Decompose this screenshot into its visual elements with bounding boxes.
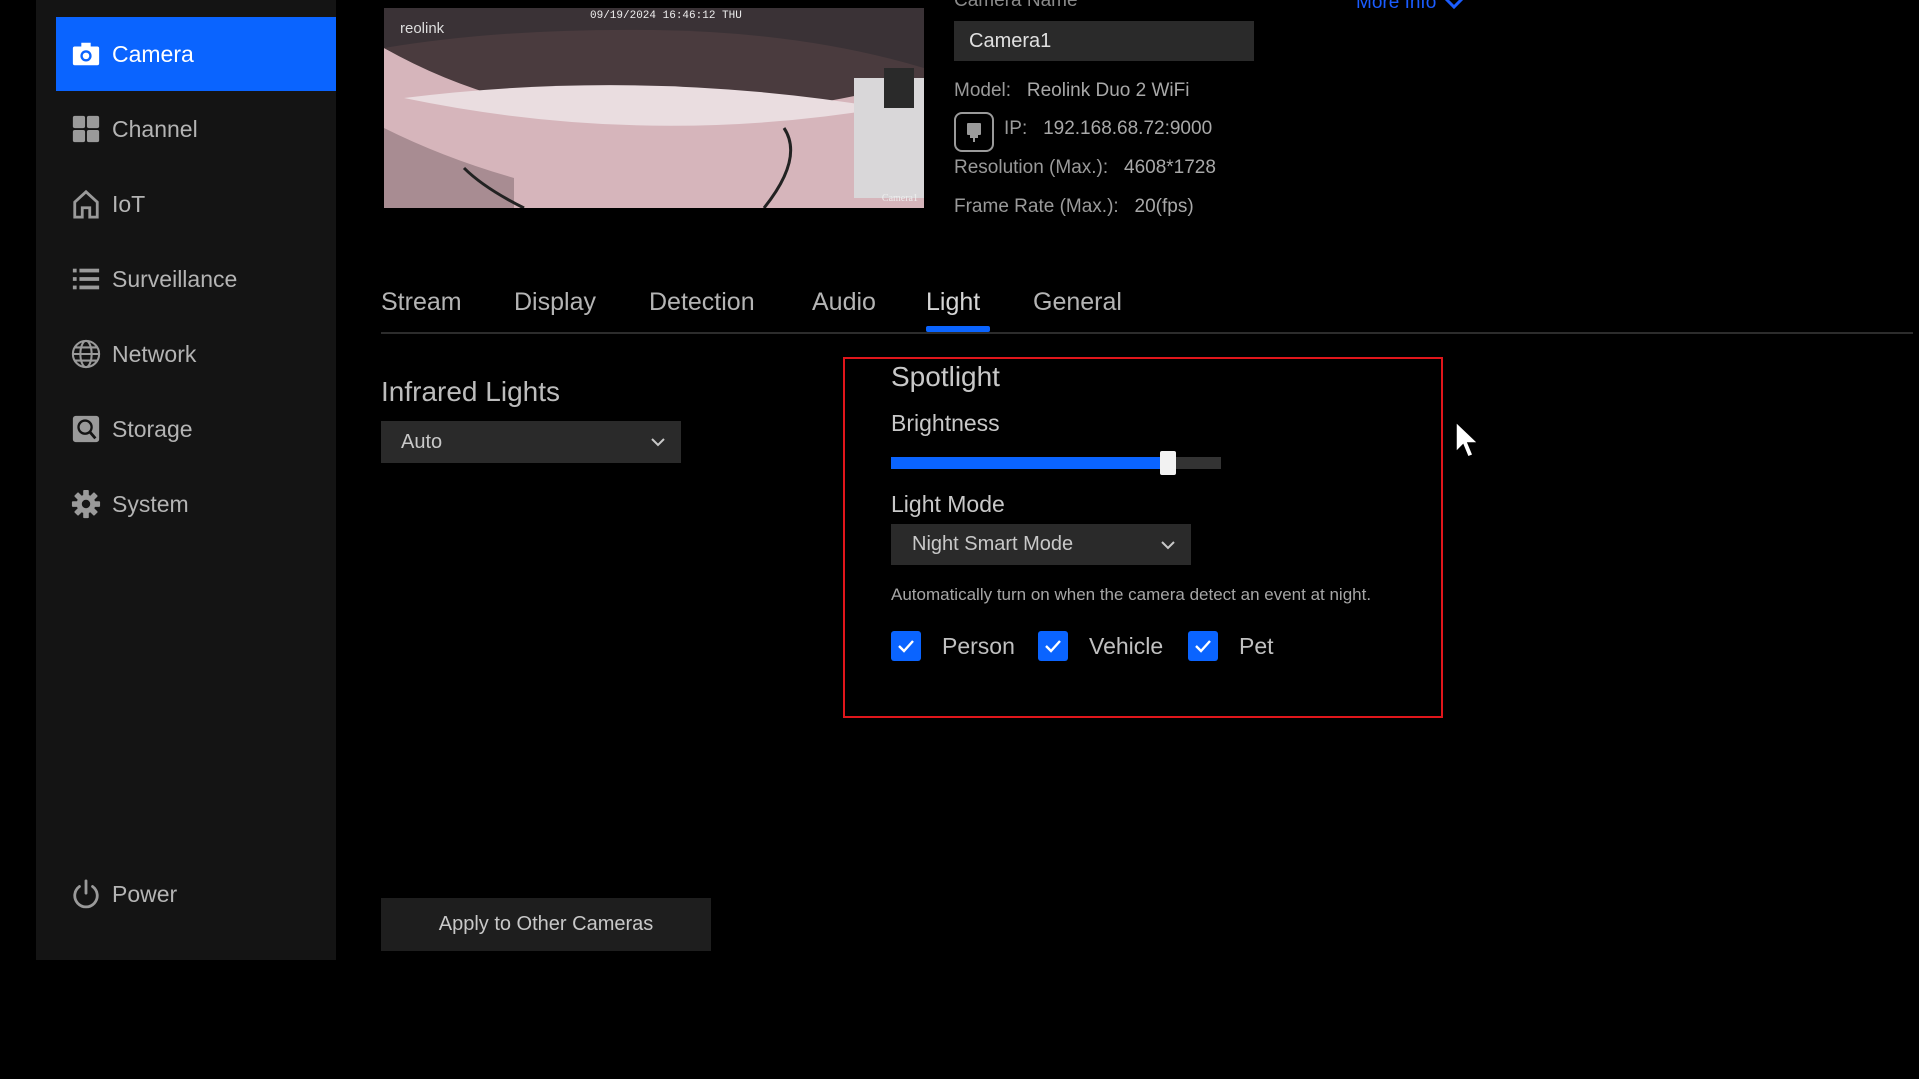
pet-label: Pet (1239, 633, 1274, 659)
light-mode-select[interactable]: Night Smart Mode (891, 524, 1191, 565)
resolution-label: Resolution (Max.): (954, 157, 1109, 178)
settings-tabs: Stream Display Detection Audio Light Gen… (381, 282, 1913, 334)
sidebar-item-surveillance[interactable]: Surveillance (56, 242, 336, 316)
list-icon (70, 263, 102, 295)
sidebar-item-iot[interactable]: IoT (56, 167, 336, 241)
power-icon (70, 878, 102, 910)
model-label: Model: (954, 80, 1012, 101)
checkmark-icon (1195, 640, 1211, 653)
chevron-down-icon (651, 438, 665, 447)
sidebar-item-label: Channel (112, 115, 198, 142)
storage-icon (70, 413, 102, 445)
resolution-value: 4608*1728 (1124, 157, 1216, 178)
chevron-down-icon (1445, 0, 1464, 10)
tab-light[interactable]: Light (926, 288, 980, 317)
sidebar-item-system[interactable]: System (56, 467, 336, 541)
infrared-lights-select[interactable]: Auto (381, 421, 681, 463)
light-mode-label: Light Mode (891, 491, 1005, 517)
network-port-icon (954, 112, 994, 152)
camera-icon (70, 38, 102, 70)
sidebar-item-label: Camera (112, 40, 194, 67)
tab-audio[interactable]: Audio (812, 288, 876, 317)
chevron-down-icon (1161, 540, 1175, 549)
checkmark-icon (898, 640, 914, 653)
sidebar-item-camera[interactable]: Camera (56, 17, 336, 91)
tab-stream[interactable]: Stream (381, 288, 462, 317)
brightness-label: Brightness (891, 410, 1000, 436)
brightness-slider-thumb[interactable] (1160, 451, 1176, 475)
infrared-lights-title: Infrared Lights (381, 376, 560, 407)
apply-to-other-cameras-button[interactable]: Apply to Other Cameras (381, 898, 711, 951)
sidebar-item-label: System (112, 490, 189, 517)
spotlight-title: Spotlight (891, 361, 1000, 392)
light-mode-description: Automatically turn on when the camera de… (891, 585, 1372, 604)
brightness-slider[interactable] (891, 451, 1221, 475)
camera-name-label: Camera Name (954, 0, 1078, 11)
sidebar-item-label: IoT (112, 190, 146, 217)
ip-label: IP: (1004, 118, 1028, 139)
vehicle-checkbox[interactable] (1038, 631, 1068, 661)
more-info-link[interactable]: More Info (1356, 0, 1464, 14)
active-tab-indicator (926, 326, 990, 332)
light-mode-value: Night Smart Mode (912, 533, 1074, 555)
gear-icon (70, 488, 102, 520)
tab-display[interactable]: Display (514, 288, 596, 317)
framerate-value: 20(fps) (1134, 196, 1194, 217)
framerate-info: Frame Rate (Max.): 20(fps) (954, 196, 1194, 218)
preview-camera-label: Camera1 (881, 193, 918, 204)
tab-general[interactable]: General (1033, 288, 1122, 317)
model-value: Reolink Duo 2 WiFi (1026, 80, 1190, 101)
sidebar: Camera Channel IoT Surveillance Network … (36, 0, 336, 960)
checkmark-icon (1045, 640, 1061, 653)
brightness-slider-fill (891, 457, 1168, 469)
preview-image (384, 8, 924, 208)
person-label: Person (942, 633, 1015, 659)
preview-timestamp: 09/19/2024 16:46:12 THU (590, 10, 742, 22)
globe-icon (70, 338, 102, 370)
grid-icon (70, 113, 102, 145)
resolution-info: Resolution (Max.): 4608*1728 (954, 157, 1216, 179)
power-label: Power (112, 880, 178, 907)
sidebar-item-network[interactable]: Network (56, 317, 336, 391)
framerate-label: Frame Rate (Max.): (954, 196, 1119, 217)
camera-preview[interactable]: reolink 09/19/2024 16:46:12 THU Camera1 (384, 8, 924, 208)
person-checkbox[interactable] (891, 631, 921, 661)
more-info-label: More Info (1356, 0, 1437, 13)
sidebar-item-label: Storage (112, 415, 193, 442)
tab-detection[interactable]: Detection (649, 288, 755, 317)
pet-checkbox[interactable] (1188, 631, 1218, 661)
camera-name-field[interactable] (954, 21, 1254, 61)
ip-info: IP: 192.168.68.72:9000 (1004, 118, 1212, 140)
mouse-cursor-icon (1455, 420, 1480, 458)
model-info: Model: Reolink Duo 2 WiFi (954, 80, 1189, 102)
home-icon (70, 188, 102, 220)
sidebar-item-storage[interactable]: Storage (56, 392, 336, 466)
vehicle-label: Vehicle (1089, 633, 1164, 659)
preview-brand-logo: reolink (400, 20, 445, 37)
sidebar-item-channel[interactable]: Channel (56, 92, 336, 166)
sidebar-item-label: Surveillance (112, 265, 238, 292)
sidebar-item-label: Network (112, 340, 197, 367)
power-button[interactable]: Power (56, 857, 336, 931)
ip-value: 192.168.68.72:9000 (1043, 118, 1213, 139)
infrared-lights-value: Auto (401, 430, 443, 453)
